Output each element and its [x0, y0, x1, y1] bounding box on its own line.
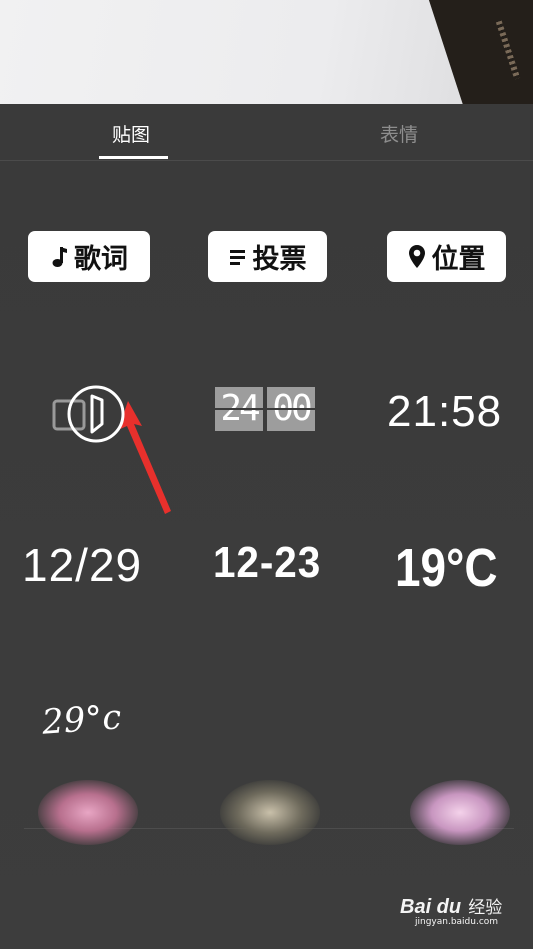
- tab-active-indicator: [99, 156, 168, 159]
- flip-clock-sticker[interactable]: 24 00: [215, 387, 315, 431]
- date-slash-sticker[interactable]: 12/29: [22, 538, 142, 592]
- tab-stickers[interactable]: 贴图: [112, 120, 150, 147]
- watermark-text: 经验: [468, 898, 503, 918]
- camera-preview: [0, 0, 533, 104]
- list-icon: [229, 248, 247, 266]
- watermark-url: jingyan.baidu.com: [415, 917, 499, 927]
- lyrics-label: 歌词: [74, 244, 128, 275]
- temperature-bold-sticker[interactable]: 19°C: [395, 537, 498, 599]
- flip-clock-hours: 24: [215, 387, 263, 431]
- time-sticker[interactable]: 21:58: [387, 387, 502, 437]
- clock-sticker-analog[interactable]: [52, 384, 128, 450]
- music-note-icon: [50, 245, 68, 269]
- vote-label: 投票: [252, 244, 307, 275]
- temperature-script-sticker[interactable]: 29°c: [41, 697, 123, 742]
- flip-clock-minutes: 00: [267, 387, 315, 431]
- lyrics-sticker-button[interactable]: 歌词: [28, 231, 150, 282]
- location-pin-icon: [408, 244, 426, 270]
- hearts-sticker[interactable]: [38, 780, 138, 845]
- location-sticker-button[interactable]: 位置: [387, 231, 506, 282]
- pink-heart-sticker[interactable]: [410, 780, 510, 845]
- date-dash-sticker[interactable]: 12-23: [213, 538, 321, 588]
- watermark: Bai du 经验 jingyan.baidu.com: [400, 893, 503, 927]
- stars-sticker[interactable]: [220, 780, 320, 845]
- tab-emoji[interactable]: 表情: [380, 120, 418, 147]
- location-label: 位置: [431, 244, 486, 275]
- vote-sticker-button[interactable]: 投票: [208, 231, 327, 282]
- watermark-logo: Bai du: [400, 896, 462, 918]
- tab-bar: 贴图 表情: [0, 104, 533, 161]
